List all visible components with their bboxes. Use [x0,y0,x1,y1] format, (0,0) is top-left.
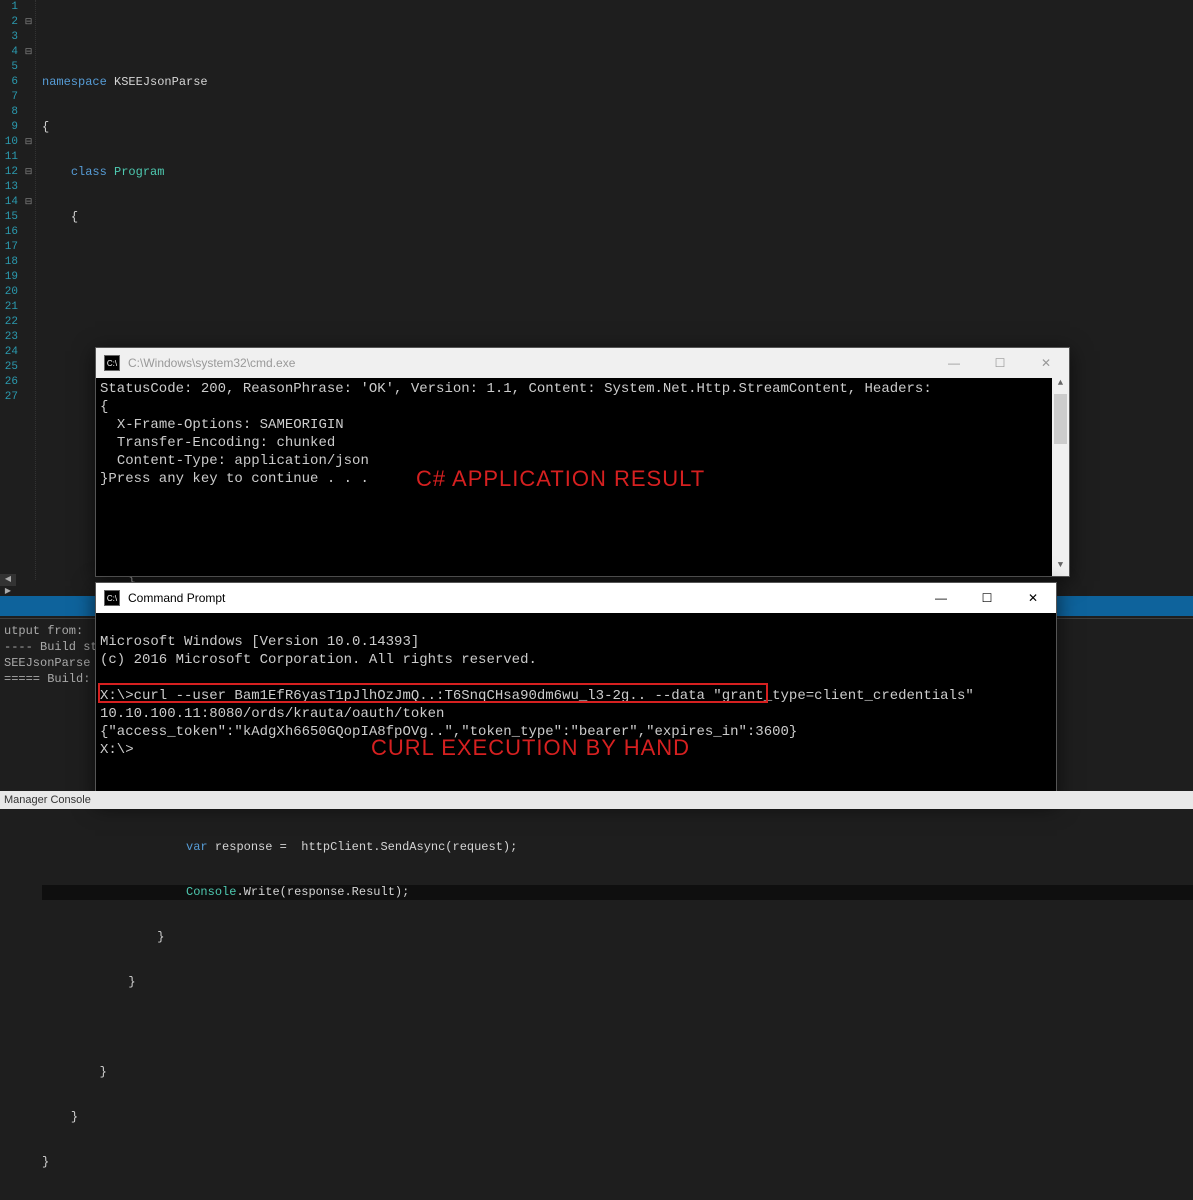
sash-toggle[interactable]: ◀ ▶ [0,574,16,586]
cmd1-annotation: C# APPLICATION RESULT [416,466,705,492]
close-button[interactable]: ✕ [1010,583,1056,613]
maximize-button[interactable]: ☐ [964,583,1010,613]
maximize-button[interactable]: ☐ [977,348,1023,378]
status-text: Manager Console [4,794,91,806]
scroll-down-icon[interactable]: ▼ [1052,560,1069,576]
cmd1-scrollbar[interactable]: ▲ ▼ [1052,378,1069,576]
cmd2-annotation: CURL EXECUTION BY HAND [371,735,690,761]
cmd-icon: C:\ [104,355,120,371]
minimize-button[interactable]: — [931,348,977,378]
cmd-window-2[interactable]: C:\ Command Prompt — ☐ ✕ Microsoft Windo… [95,582,1057,802]
cmd2-line: Microsoft Windows [Version 10.0.14393] [100,634,419,650]
scroll-up-icon[interactable]: ▲ [1052,378,1069,394]
cmd-icon: C:\ [104,590,120,606]
minimize-button[interactable]: — [918,583,964,613]
close-button[interactable]: ✕ [1023,348,1069,378]
fold-column[interactable]: ⊟⊟⊟⊟⊟ [22,0,36,580]
cmd1-title-text: C:\Windows\system32\cmd.exe [128,356,295,370]
cmd2-line: X:\>curl --user Bam1EfR6yasT1pJlhOzJmQ..… [100,688,991,722]
cmd2-title-text: Command Prompt [128,591,225,605]
cmd1-titlebar[interactable]: C:\ C:\Windows\system32\cmd.exe — ☐ ✕ [96,348,1069,378]
cmd2-titlebar[interactable]: C:\ Command Prompt — ☐ ✕ [96,583,1056,613]
cmd-window-1[interactable]: C:\ C:\Windows\system32\cmd.exe — ☐ ✕ St… [95,347,1070,577]
scroll-thumb[interactable] [1054,394,1067,444]
line-number-gutter: 1234567891011121314151617181920212223242… [0,0,22,580]
cmd2-line: (c) 2016 Microsoft Corporation. All righ… [100,652,537,668]
cmd2-body[interactable]: Microsoft Windows [Version 10.0.14393] (… [96,613,1056,801]
status-bar[interactable]: Manager Console [0,791,1193,809]
cmd2-prompt: X:\> [100,742,134,758]
